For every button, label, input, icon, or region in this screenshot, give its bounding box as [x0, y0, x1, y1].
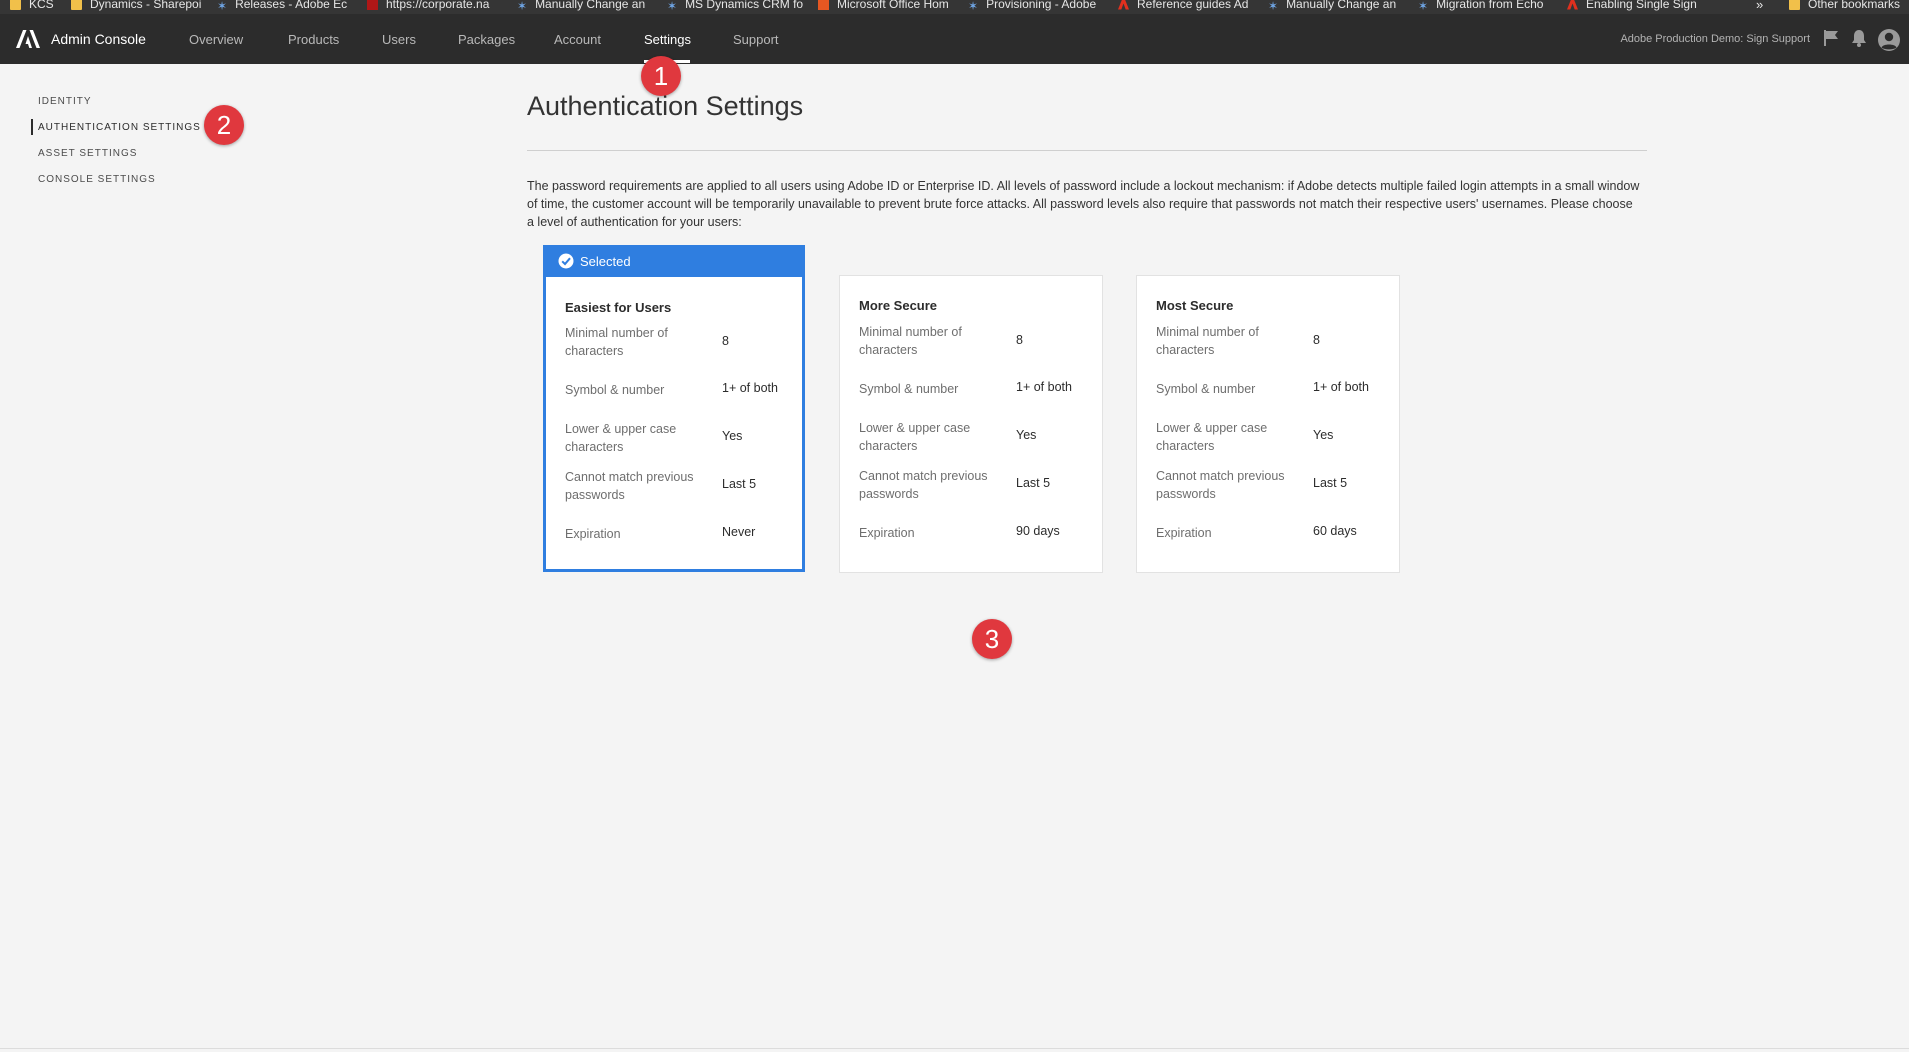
row-label: Minimal number of characters — [859, 325, 962, 357]
row-label: Minimal number of characters — [565, 326, 668, 358]
title-divider — [527, 150, 1647, 151]
row-label: Cannot match previous passwords — [1156, 469, 1285, 501]
row-value: Never — [722, 525, 756, 539]
row-label: Lower & upper case characters — [1156, 421, 1268, 453]
page-bottom-border — [0, 1048, 1909, 1049]
bookmark-star-icon: ✶ — [217, 0, 228, 13]
row-label: Expiration — [565, 527, 621, 541]
adobe-icon — [1567, 0, 1578, 10]
page-title: Authentication Settings — [527, 91, 804, 121]
row-value: Yes — [722, 429, 743, 443]
org-switcher[interactable]: Adobe Production Demo: Sign Support — [1620, 33, 1810, 45]
row-value: 1+ of both — [1313, 380, 1369, 394]
bookmark-item[interactable]: ✶ Migration from Echo — [1418, 0, 1543, 13]
bookmark-star-icon: ✶ — [1418, 0, 1429, 13]
bookmark-star-icon: ✶ — [1268, 0, 1279, 13]
bookmark-item[interactable]: Enabling Single Sign — [1567, 0, 1697, 13]
adobe-icon — [1118, 0, 1129, 10]
nav-account[interactable]: Account — [554, 32, 601, 47]
nav-support[interactable]: Support — [733, 32, 779, 47]
check-circle-icon — [558, 253, 574, 269]
row-value: 1+ of both — [722, 381, 778, 395]
row-label: Symbol & number — [1156, 382, 1256, 396]
folder-icon — [71, 0, 82, 10]
bookmark-item[interactable]: KCS — [10, 0, 54, 13]
nav-settings[interactable]: Settings — [644, 32, 691, 47]
sidenav-console-settings[interactable]: CONSOLE SETTINGS — [38, 174, 156, 185]
bookmark-star-icon: ✶ — [667, 0, 678, 13]
bookmarks-overflow-button[interactable]: » — [1756, 0, 1763, 13]
row-value: 8 — [1016, 333, 1023, 347]
folder-icon — [10, 0, 21, 10]
nav-overview[interactable]: Overview — [189, 32, 243, 47]
row-label: Symbol & number — [565, 383, 665, 397]
auth-level-card-easiest[interactable]: Selected Easiest for Users Minimal numbe… — [543, 245, 805, 572]
bookmark-star-icon: ✶ — [968, 0, 979, 13]
annotation-marker: 3 — [972, 619, 1012, 659]
office-icon — [818, 0, 829, 10]
selected-badge: Selected — [543, 245, 805, 277]
row-label: Lower & upper case characters — [859, 421, 971, 453]
sidenav-asset-settings[interactable]: ASSET SETTINGS — [38, 148, 137, 159]
sidenav-authentication-settings[interactable]: AUTHENTICATION SETTINGS — [38, 122, 201, 133]
nav-products[interactable]: Products — [288, 32, 339, 47]
nav-users[interactable]: Users — [382, 32, 416, 47]
folder-icon — [1789, 0, 1800, 10]
bell-icon[interactable] — [1851, 29, 1867, 47]
bookmark-item[interactable]: ✶ Releases - Adobe Ec — [217, 0, 347, 13]
card-title: Most Secure — [1156, 298, 1234, 313]
bookmark-item[interactable]: https://corporate.na — [367, 0, 489, 13]
row-label: Expiration — [1156, 526, 1212, 540]
row-label: Lower & upper case characters — [565, 422, 677, 454]
sidenav-active-indicator — [31, 119, 33, 135]
bookmark-item[interactable]: Dynamics - Sharepoi — [71, 0, 201, 13]
row-value: Yes — [1313, 428, 1334, 442]
adobe-logo-icon[interactable] — [16, 30, 40, 48]
bookmarks-bar: KCS Dynamics - Sharepoi ✶ Releases - Adob… — [0, 0, 1909, 14]
row-value: 8 — [722, 334, 729, 348]
row-label: Expiration — [859, 526, 915, 540]
row-value: 8 — [1313, 333, 1320, 347]
bookmark-item[interactable]: Reference guides Ad — [1118, 0, 1248, 13]
bookmark-item[interactable]: ✶ MS Dynamics CRM fo — [667, 0, 803, 13]
site-icon — [367, 0, 378, 10]
app-title[interactable]: Admin Console — [51, 31, 146, 47]
row-value: 1+ of both — [1016, 380, 1072, 394]
top-header: Admin Console Overview Products Users Pa… — [0, 14, 1909, 64]
row-value: 60 days — [1313, 524, 1357, 538]
auth-level-card-more-secure[interactable]: More Secure Minimal number of characters… — [839, 275, 1103, 573]
auth-level-card-most-secure[interactable]: Most Secure Minimal number of characters… — [1136, 275, 1400, 573]
row-label: Minimal number of characters — [1156, 325, 1259, 357]
user-avatar-icon[interactable] — [1877, 28, 1901, 52]
row-label: Cannot match previous passwords — [565, 470, 694, 502]
row-value: Yes — [1016, 428, 1037, 442]
bookmark-item[interactable]: ✶ Manually Change an — [1268, 0, 1396, 13]
annotation-marker: 1 — [641, 56, 681, 96]
other-bookmarks[interactable]: Other bookmarks — [1789, 0, 1900, 13]
intro-text: The password requirements are applied to… — [527, 179, 1640, 229]
bookmark-item[interactable]: ✶ Manually Change an — [517, 0, 645, 13]
card-title: More Secure — [859, 298, 938, 313]
card-title: Easiest for Users — [565, 300, 672, 315]
sidenav-identity[interactable]: IDENTITY — [38, 96, 92, 107]
annotation-marker: 2 — [204, 105, 244, 145]
bookmark-item[interactable]: ✶ Provisioning - Adobe — [968, 0, 1096, 13]
row-label: Cannot match previous passwords — [859, 469, 988, 501]
bookmark-star-icon: ✶ — [517, 0, 528, 13]
row-value: Last 5 — [1313, 476, 1348, 490]
flag-icon[interactable] — [1822, 29, 1840, 47]
nav-packages[interactable]: Packages — [458, 32, 515, 47]
row-value: Last 5 — [1016, 476, 1051, 490]
row-label: Symbol & number — [859, 382, 959, 396]
row-value: 90 days — [1016, 524, 1060, 538]
row-value: Last 5 — [722, 477, 757, 491]
bookmark-item[interactable]: Microsoft Office Hom — [818, 0, 949, 13]
